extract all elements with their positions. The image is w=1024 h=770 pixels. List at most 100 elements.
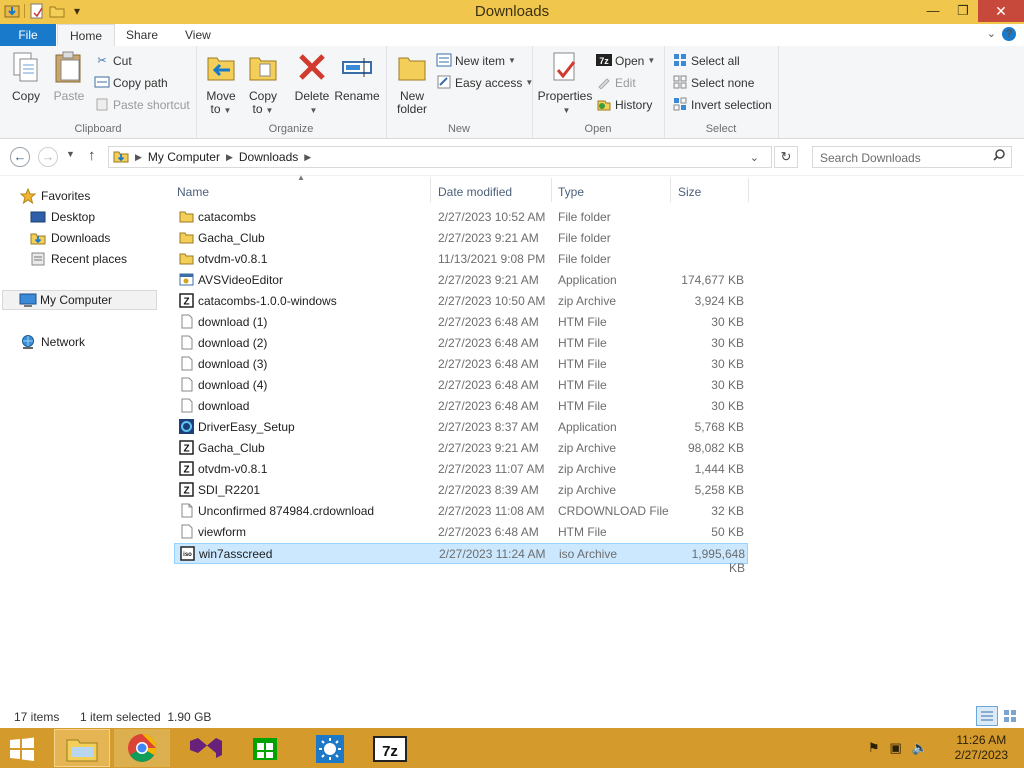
column-header-type[interactable]: Type [558,180,584,204]
taskbar-store[interactable] [238,729,294,767]
recent-locations-chevron-icon[interactable]: ▼ [66,149,75,159]
file-row[interactable]: otvdm-v0.8.1 11/13/2021 9:08 PM File folde… [174,249,748,270]
search-box[interactable] [812,146,1012,168]
system-tray: ⚑ ▣ 🔈 [868,740,928,756]
file-row[interactable]: Unconfirmed 874984.crdownload 2/27/2023 1… [174,501,748,522]
chrome-icon [128,734,156,762]
minimize-button[interactable]: — [918,0,948,22]
taskbar-clock[interactable]: 11:26 AM 2/27/2023 [955,733,1008,763]
file-row[interactable]: download (4) 2/27/2023 6:48 AM HTM File 30 … [174,375,748,396]
file-date-modified: 2/27/2023 9:21 AM [438,231,539,245]
delete-button[interactable]: Delete ▼ [294,50,330,117]
address-dropdown-chevron-icon[interactable]: ⌄ [750,151,759,164]
chevron-right-icon[interactable]: ▶ [304,152,311,163]
invert-selection-label: Invert selection [691,98,772,112]
refresh-button[interactable]: ↻ [774,146,798,168]
tab-file[interactable]: File [0,24,56,46]
forward-button[interactable]: → [38,147,58,167]
file-row[interactable]: download (1) 2/27/2023 6:48 AM HTM File 30 … [174,312,748,333]
taskbar-chrome[interactable] [114,729,170,767]
column-divider[interactable] [551,178,552,202]
file-date-modified: 2/27/2023 9:21 AM [438,273,539,287]
new-item-button[interactable]: New item ▼ [436,51,516,71]
nav-my-computer[interactable]: My Computer [2,290,157,310]
column-header-name[interactable]: Name [177,180,209,204]
back-button[interactable]: ← [10,147,30,167]
file-row[interactable]: viewform 2/27/2023 6:48 AM HTM File 50 KB [174,522,748,543]
nav-recent-places[interactable]: Recent places [30,249,127,269]
file-row[interactable]: Zcatacombs-1.0.0-windows 2/27/2023 10:50 … [174,291,748,312]
nav-network[interactable]: Network [20,332,85,352]
network-status-icon[interactable]: ▣ [890,740,902,756]
select-all-button[interactable]: Select all [672,51,740,71]
file-size: 3,924 KB [694,294,744,308]
file-row[interactable]: download (3) 2/27/2023 6:48 AM HTM File 30 … [174,354,748,375]
edit-button[interactable]: Edit [596,73,636,93]
nav-downloads[interactable]: Downloads [30,228,110,248]
nav-favorites-label: Favorites [41,189,91,203]
easy-access-button[interactable]: Easy access ▼ [436,73,533,93]
file-row[interactable]: AVSVideoEditor 2/27/2023 9:21 AM Applicati… [174,270,748,291]
file-row[interactable]: iso win7asscreed 2/27/2023 11:24 AM iso Arc… [174,543,748,575]
start-button[interactable] [8,736,36,762]
move-to-button[interactable]: Move to ▼ [204,50,238,117]
paste-button[interactable]: Paste [50,50,88,103]
rename-button[interactable]: Rename [334,50,380,103]
chevron-right-icon[interactable]: ▶ [226,152,233,163]
large-icons-view-button[interactable] [1000,706,1022,726]
file-row[interactable]: DriverEasy_Setup 2/27/2023 8:37 AM Applica… [174,417,748,438]
search-input[interactable] [818,148,992,168]
column-divider[interactable] [748,178,749,202]
taskbar-visual-studio[interactable] [178,729,234,767]
speaker-icon[interactable]: 🔈 [912,740,928,756]
details-view-button[interactable] [976,706,998,726]
tab-home[interactable]: Home [57,24,116,48]
search-icon[interactable] [993,149,1005,164]
tab-view[interactable]: View [173,24,223,46]
properties-label: Properties [537,89,593,103]
file-row[interactable]: catacombs 2/27/2023 10:52 AM File folder [174,207,748,228]
cut-button[interactable]: ✂ Cut [94,51,131,71]
nav-favorites[interactable]: Favorites [19,186,91,206]
column-header-date-modified[interactable]: Date modified [438,180,512,204]
properties-button[interactable]: Properties ▼ [536,50,594,117]
up-arrow-icon[interactable]: ↑ [88,147,96,164]
breadcrumb-downloads[interactable]: Downloads [239,150,298,164]
copy-to-button[interactable]: Copy to ▼ [246,50,280,117]
taskbar-file-explorer[interactable] [54,729,110,767]
taskbar-7zip[interactable]: 7z [362,729,418,767]
close-button[interactable]: ✕ [978,0,1024,22]
file-date-modified: 2/27/2023 6:48 AM [438,315,539,329]
new-folder-button[interactable]: New folder [394,50,430,116]
history-button[interactable]: History [596,95,652,115]
file-row[interactable]: Zotvdm-v0.8.1 2/27/2023 11:07 AM zip Archi… [174,459,748,480]
file-row[interactable]: Z Gacha_Club 2/27/2023 9:21 AM zip Archive 9… [174,438,748,459]
nav-desktop[interactable]: Desktop [30,207,95,227]
chevron-down-icon[interactable]: ⌄ [987,27,996,41]
visual-studio-icon [190,738,222,758]
address-bar[interactable]: ▶ My Computer ▶ Downloads ▶ ⌄ [108,146,772,168]
file-row[interactable]: download (2) 2/27/2023 6:48 AM HTM File 30 … [174,333,748,354]
taskbar-weather[interactable] [302,729,358,767]
file-row[interactable]: Z SDI_R2201 2/27/2023 8:39 AM zip Archive 5,… [174,480,748,501]
file-row[interactable]: download 2/27/2023 6:48 AM HTM File 30 KB [174,396,748,417]
column-header-size[interactable]: Size [678,180,701,204]
select-none-button[interactable]: Select none [672,73,754,93]
breadcrumb-my-computer[interactable]: My Computer [148,150,220,164]
column-divider[interactable] [430,178,431,202]
document-icon [179,377,194,392]
edit-label: Edit [615,76,636,90]
flag-icon[interactable]: ⚑ [868,740,880,756]
copy-path-button[interactable]: Copy path [94,73,168,93]
file-type: File folder [558,231,611,245]
paste-shortcut-button[interactable]: Paste shortcut [94,95,190,115]
open-button[interactable]: 7z Open ▼ [596,51,655,71]
chevron-right-icon[interactable]: ▶ [135,152,142,163]
invert-selection-button[interactable]: Invert selection [672,95,772,115]
maximize-button[interactable]: ❐ [948,0,978,22]
tab-share[interactable]: Share [114,24,170,46]
file-row[interactable]: Gacha_Club 2/27/2023 9:21 AM File folder [174,228,748,249]
column-divider[interactable] [670,178,671,202]
help-icon[interactable]: ? [1002,27,1016,41]
copy-button[interactable]: Copy [8,50,44,103]
